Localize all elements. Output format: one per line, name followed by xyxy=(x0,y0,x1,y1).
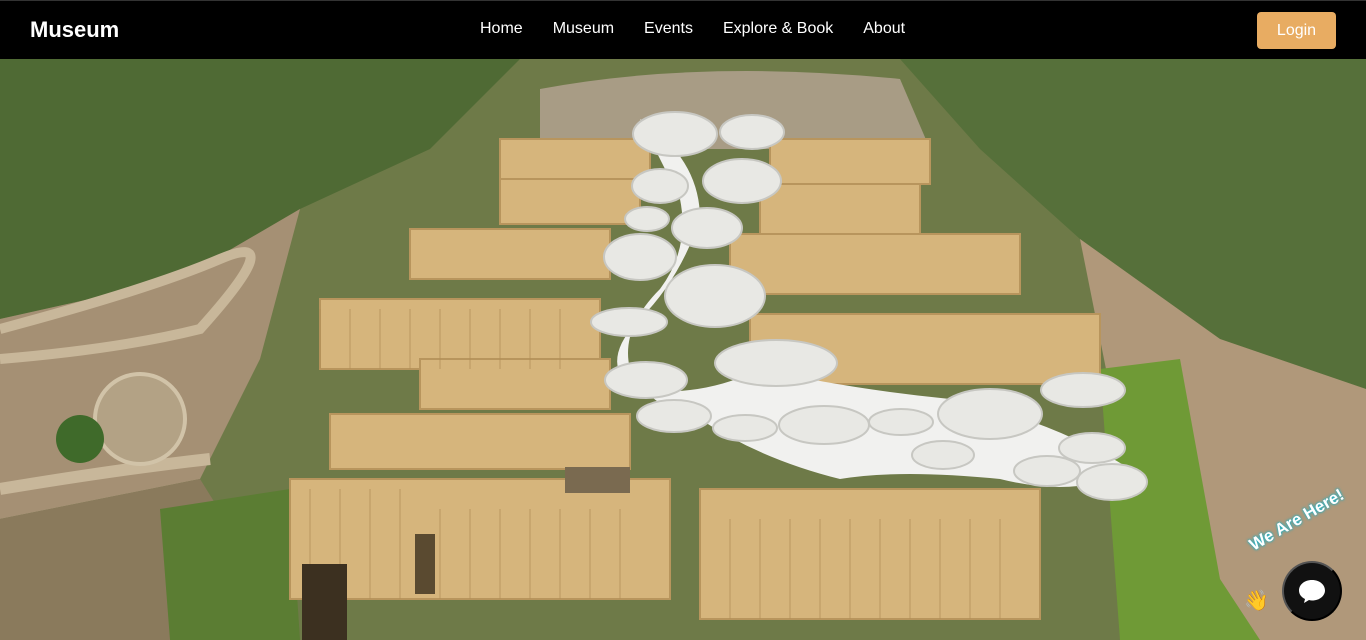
main-nav: Home Museum Events Explore & Book About xyxy=(480,20,935,38)
hero-image xyxy=(0,59,1366,640)
nav-events[interactable]: Events xyxy=(644,20,693,38)
nav-explore-book[interactable]: Explore & Book xyxy=(723,20,833,38)
museum-aerial-illustration xyxy=(0,59,1366,640)
login-button[interactable]: Login xyxy=(1257,12,1336,49)
top-navbar: Museum Home Museum Events Explore & Book… xyxy=(0,0,1366,59)
brand-logo[interactable]: Museum xyxy=(30,17,119,43)
chat-bubble-icon xyxy=(1299,580,1325,603)
nav-home[interactable]: Home xyxy=(480,20,523,38)
chat-open-button[interactable] xyxy=(1282,561,1342,621)
nav-about[interactable]: About xyxy=(863,20,905,38)
nav-museum[interactable]: Museum xyxy=(553,20,614,38)
waving-hand-icon: 👋 xyxy=(1244,590,1269,612)
